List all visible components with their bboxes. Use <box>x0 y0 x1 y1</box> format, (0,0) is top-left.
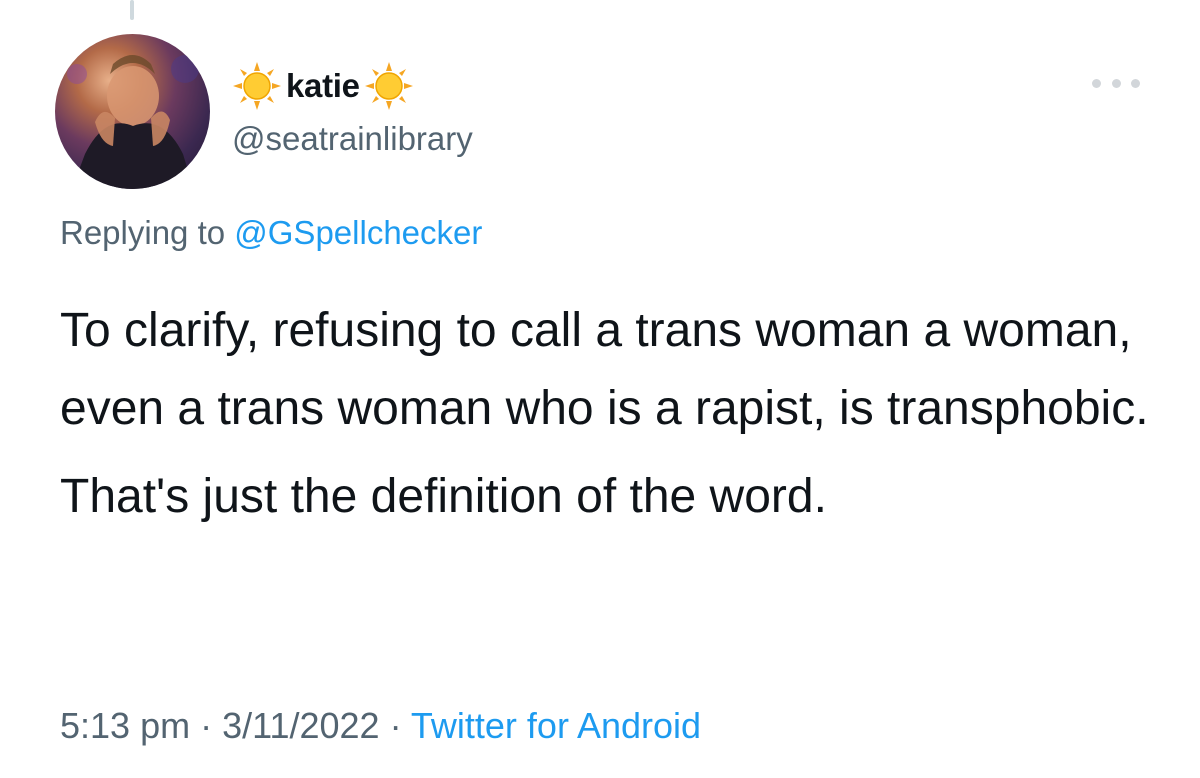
tweet-paragraph: That's just the definition of the word. <box>60 470 827 523</box>
author-display-name[interactable]: katie <box>286 67 360 105</box>
more-dot <box>1111 78 1121 88</box>
author-handle[interactable]: @seatrainlibrary <box>232 120 473 158</box>
avatar-image <box>67 55 199 189</box>
reply-target-handle-link[interactable]: @GSpellchecker <box>234 214 482 251</box>
tweet-body: To clarify, refusing to call a trans wom… <box>60 292 1160 536</box>
replying-to-label: Replying to <box>60 214 235 251</box>
tweet-meta: 5:13 pm · 3/11/2022 · Twitter for Androi… <box>60 705 701 747</box>
tweet-paragraph: To clarify, refusing to call a trans wom… <box>60 304 1149 435</box>
tweet-date[interactable]: 3/11/2022 <box>222 705 379 746</box>
tweet-time[interactable]: 5:13 pm <box>60 705 190 746</box>
more-horizontal-icon[interactable] <box>1092 70 1140 96</box>
sun-with-face-icon <box>364 61 414 111</box>
meta-separator: · <box>190 705 223 746</box>
sun-with-face-icon <box>232 61 282 111</box>
avatar[interactable] <box>55 34 210 189</box>
tweet-source-link[interactable]: Twitter for Android <box>411 705 701 746</box>
replying-to-line: Replying to @GSpellchecker <box>60 214 482 252</box>
more-dot <box>1092 78 1101 88</box>
thread-connector-line <box>130 0 134 20</box>
more-dot <box>1131 78 1140 88</box>
meta-separator: · <box>379 705 411 746</box>
author-name-row[interactable]: katie <box>232 62 414 110</box>
